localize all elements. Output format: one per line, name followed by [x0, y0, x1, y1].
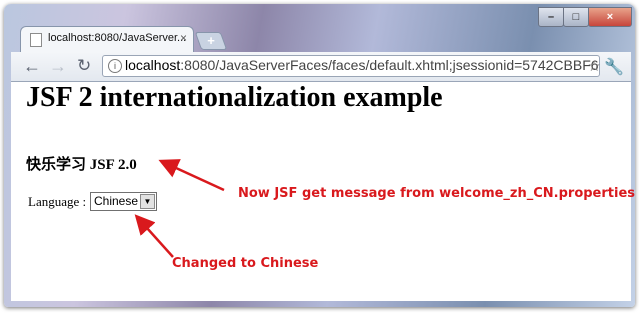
- page-title: JSF 2 internationalization example: [26, 82, 443, 113]
- new-tab-button[interactable]: +: [194, 32, 228, 50]
- browser-window: – □ × localhost:8080/JavaServer... × + ←…: [4, 4, 635, 307]
- dropdown-arrow-icon[interactable]: ▼: [140, 194, 155, 209]
- bookmark-star-icon[interactable]: ☆: [588, 57, 601, 75]
- language-selected-value: Chinese: [94, 194, 139, 208]
- language-label: Language :: [28, 194, 87, 209]
- message-annotation: Now JSF get message from welcome_zh_CN.p…: [238, 186, 635, 201]
- url-path: :8080/JavaServerFaces/faces/default.xhtm…: [180, 57, 600, 73]
- minimize-icon: –: [547, 11, 555, 23]
- message-arrow: [158, 159, 225, 192]
- url-host: localhost: [125, 57, 181, 73]
- page-content: JSF 2 internationalization example 快乐学习 …: [11, 82, 635, 301]
- change-arrow: [134, 214, 174, 258]
- browser-toolbar: ← → ↻ i localhost:8080/JavaServerFaces/f…: [11, 52, 631, 82]
- close-icon: ×: [606, 11, 614, 23]
- close-window-button[interactable]: ×: [588, 7, 632, 27]
- plus-icon: +: [207, 33, 215, 48]
- forward-arrow-icon[interactable]: →: [49, 57, 67, 75]
- tab-close-icon[interactable]: ×: [180, 31, 187, 45]
- back-arrow-icon[interactable]: ←: [23, 57, 41, 75]
- browser-tab[interactable]: localhost:8080/JavaServer... ×: [20, 26, 194, 53]
- change-annotation: Changed to Chinese: [172, 256, 319, 271]
- language-select[interactable]: Chinese ▼: [90, 192, 157, 211]
- page-info-icon[interactable]: i: [108, 59, 122, 73]
- maximize-icon: □: [572, 11, 580, 23]
- maximize-button[interactable]: □: [563, 7, 589, 27]
- page-icon: [30, 33, 42, 47]
- minimize-button[interactable]: –: [538, 7, 564, 27]
- address-bar[interactable]: i localhost:8080/JavaServerFaces/faces/d…: [102, 55, 600, 77]
- welcome-message: 快乐学习 JSF 2.0: [26, 157, 137, 173]
- wrench-menu-icon[interactable]: 🔧: [604, 57, 624, 77]
- reload-icon[interactable]: ↻: [77, 57, 91, 75]
- url-text: localhost:8080/JavaServerFaces/faces/def…: [125, 57, 600, 73]
- tab-title: localhost:8080/JavaServer...: [48, 32, 187, 44]
